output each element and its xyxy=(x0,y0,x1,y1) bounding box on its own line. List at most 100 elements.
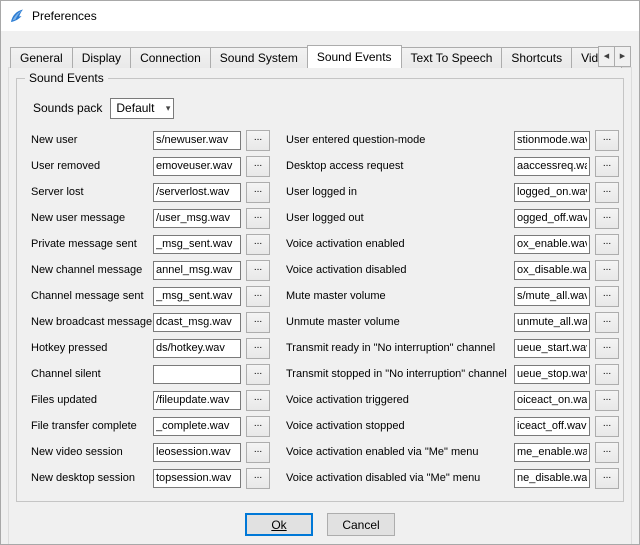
sound-event-label: Channel silent xyxy=(31,368,153,380)
browse-button[interactable]: ... xyxy=(246,468,270,489)
browse-button[interactable]: ... xyxy=(595,390,619,411)
sound-file-input[interactable] xyxy=(514,391,590,410)
sound-file-input[interactable] xyxy=(514,131,590,150)
browse-button[interactable]: ... xyxy=(246,182,270,203)
browse-button[interactable]: ... xyxy=(246,156,270,177)
sound-event-label: User entered question-mode xyxy=(286,134,514,146)
sound-event-row: Channel silent... xyxy=(31,361,270,387)
sound-event-label: New broadcast message xyxy=(31,316,153,328)
sounds-pack-label: Sounds pack xyxy=(33,101,102,115)
sound-event-row: User removed... xyxy=(31,153,270,179)
sound-file-input[interactable] xyxy=(153,183,241,202)
tab-connection[interactable]: Connection xyxy=(130,47,211,68)
browse-button[interactable]: ... xyxy=(595,156,619,177)
browse-button[interactable]: ... xyxy=(595,364,619,385)
sound-file-input[interactable] xyxy=(514,313,590,332)
browse-button[interactable]: ... xyxy=(246,130,270,151)
sound-file-input[interactable] xyxy=(514,157,590,176)
sound-event-row: Voice activation disabled via "Me" menu.… xyxy=(286,465,619,491)
sound-file-input[interactable] xyxy=(153,235,241,254)
browse-button[interactable]: ... xyxy=(246,442,270,463)
browse-button[interactable]: ... xyxy=(246,338,270,359)
browse-button[interactable]: ... xyxy=(246,364,270,385)
browse-button[interactable]: ... xyxy=(246,208,270,229)
sound-file-input[interactable] xyxy=(153,131,241,150)
browse-button[interactable]: ... xyxy=(246,286,270,307)
sound-file-input[interactable] xyxy=(514,365,590,384)
sound-events-column-left: New user...User removed...Server lost...… xyxy=(31,127,270,491)
browse-button[interactable]: ... xyxy=(246,312,270,333)
sound-file-input[interactable] xyxy=(153,365,241,384)
browse-button[interactable]: ... xyxy=(595,234,619,255)
tab-sound-system[interactable]: Sound System xyxy=(210,47,308,68)
browse-button[interactable]: ... xyxy=(595,338,619,359)
browse-button[interactable]: ... xyxy=(595,130,619,151)
sound-file-input[interactable] xyxy=(514,235,590,254)
sounds-pack-select[interactable]: Default ▾ xyxy=(110,98,174,119)
tab-general[interactable]: General xyxy=(10,47,73,68)
tab-scroll-right-button[interactable]: ▶ xyxy=(614,46,631,67)
browse-button[interactable]: ... xyxy=(595,416,619,437)
browse-button[interactable]: ... xyxy=(595,260,619,281)
sound-file-input[interactable] xyxy=(514,287,590,306)
browse-button[interactable]: ... xyxy=(246,390,270,411)
sound-events-column-right: User entered question-mode...Desktop acc… xyxy=(286,127,619,491)
browse-button[interactable]: ... xyxy=(595,182,619,203)
sound-event-row: User logged out... xyxy=(286,205,619,231)
sound-event-label: New user message xyxy=(31,212,153,224)
browse-button[interactable]: ... xyxy=(595,442,619,463)
sound-event-row: Hotkey pressed... xyxy=(31,335,270,361)
browse-button[interactable]: ... xyxy=(595,468,619,489)
sound-file-input[interactable] xyxy=(514,261,590,280)
sound-file-input[interactable] xyxy=(153,469,241,488)
sound-event-label: Voice activation disabled via "Me" menu xyxy=(286,472,514,484)
sound-event-row: Voice activation enabled... xyxy=(286,231,619,257)
sound-file-input[interactable] xyxy=(153,287,241,306)
sound-file-input[interactable] xyxy=(153,339,241,358)
tab-sound-events[interactable]: Sound Events xyxy=(307,45,402,68)
browse-button[interactable]: ... xyxy=(246,234,270,255)
preferences-dialog: Preferences GeneralDisplayConnectionSoun… xyxy=(0,0,640,545)
tab-scroll-left-button[interactable]: ◀ xyxy=(598,46,615,67)
sound-file-input[interactable] xyxy=(153,209,241,228)
tab-text-to-speech[interactable]: Text To Speech xyxy=(401,47,503,68)
window-title: Preferences xyxy=(32,9,97,23)
cancel-button[interactable]: Cancel xyxy=(327,513,395,536)
sound-event-row: Voice activation enabled via "Me" menu..… xyxy=(286,439,619,465)
sound-event-row: New channel message... xyxy=(31,257,270,283)
sound-file-input[interactable] xyxy=(153,261,241,280)
sound-event-label: Transmit stopped in "No interruption" ch… xyxy=(286,368,514,380)
sound-event-label: File transfer complete xyxy=(31,420,153,432)
sounds-pack-row: Sounds pack Default ▾ xyxy=(33,97,611,119)
sound-file-input[interactable] xyxy=(514,417,590,436)
groupbox-title: Sound Events xyxy=(25,71,108,85)
sound-event-label: Voice activation triggered xyxy=(286,394,514,406)
sound-event-row: Private message sent... xyxy=(31,231,270,257)
browse-button[interactable]: ... xyxy=(595,286,619,307)
ok-button[interactable]: Ok xyxy=(245,513,313,536)
browse-button[interactable]: ... xyxy=(595,312,619,333)
sound-file-input[interactable] xyxy=(514,183,590,202)
sound-file-input[interactable] xyxy=(153,157,241,176)
sound-file-input[interactable] xyxy=(514,209,590,228)
tab-bar: GeneralDisplayConnectionSound SystemSoun… xyxy=(1,45,639,68)
sound-event-label: Unmute master volume xyxy=(286,316,514,328)
sound-file-input[interactable] xyxy=(153,443,241,462)
sound-event-row: Server lost... xyxy=(31,179,270,205)
browse-button[interactable]: ... xyxy=(246,416,270,437)
browse-button[interactable]: ... xyxy=(595,208,619,229)
sound-event-label: Private message sent xyxy=(31,238,153,250)
tab-shortcuts[interactable]: Shortcuts xyxy=(501,47,572,68)
sound-event-row: New user... xyxy=(31,127,270,153)
tab-display[interactable]: Display xyxy=(72,47,131,68)
browse-button[interactable]: ... xyxy=(246,260,270,281)
sound-file-input[interactable] xyxy=(153,313,241,332)
sound-file-input[interactable] xyxy=(514,339,590,358)
sound-event-label: User logged in xyxy=(286,186,514,198)
sound-file-input[interactable] xyxy=(514,443,590,462)
sound-event-label: User logged out xyxy=(286,212,514,224)
sound-file-input[interactable] xyxy=(153,391,241,410)
sound-file-input[interactable] xyxy=(153,417,241,436)
sound-file-input[interactable] xyxy=(514,469,590,488)
sound-event-row: Desktop access request... xyxy=(286,153,619,179)
